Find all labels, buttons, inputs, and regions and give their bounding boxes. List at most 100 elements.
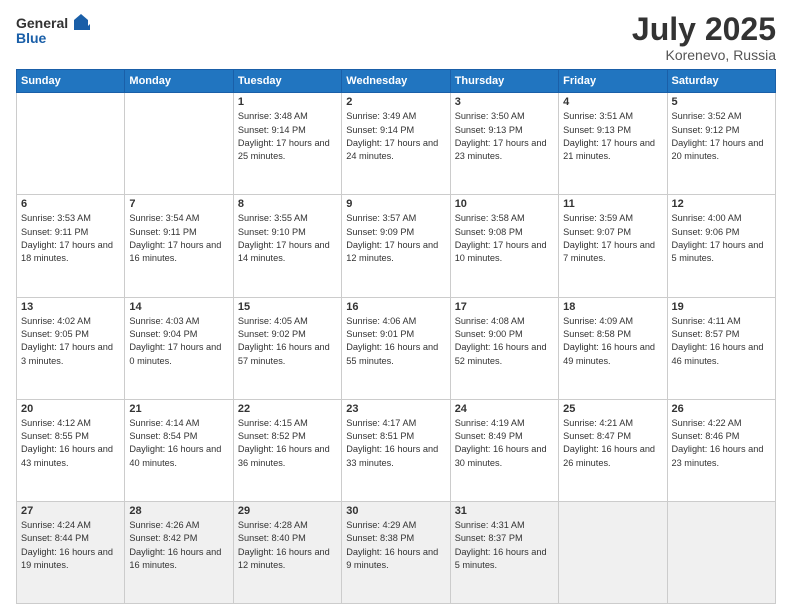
day-number: 28 [129,505,228,517]
day-number: 19 [672,301,771,313]
calendar-cell: 14 Sunrise: 4:03 AM Sunset: 9:04 PM Dayli… [125,297,233,399]
day-of-week-header: Saturday [667,70,775,93]
calendar-cell: 9 Sunrise: 3:57 AM Sunset: 9:09 PM Daylig… [342,195,450,297]
day-of-week-header: Friday [559,70,667,93]
day-number: 24 [455,403,554,415]
day-info: Sunrise: 4:05 AM Sunset: 9:02 PM Dayligh… [238,315,337,368]
day-number: 15 [238,301,337,313]
day-number: 8 [238,198,337,210]
day-info: Sunrise: 4:21 AM Sunset: 8:47 PM Dayligh… [563,417,662,470]
day-info: Sunrise: 3:59 AM Sunset: 9:07 PM Dayligh… [563,212,662,265]
day-number: 18 [563,301,662,313]
day-info: Sunrise: 4:29 AM Sunset: 8:38 PM Dayligh… [346,519,445,572]
day-info: Sunrise: 4:12 AM Sunset: 8:55 PM Dayligh… [21,417,120,470]
day-info: Sunrise: 3:49 AM Sunset: 9:14 PM Dayligh… [346,110,445,163]
calendar-cell: 10 Sunrise: 3:58 AM Sunset: 9:08 PM Dayli… [450,195,558,297]
calendar-week-row: 27 Sunrise: 4:24 AM Sunset: 8:44 PM Dayli… [17,501,776,603]
logo-general: General [16,15,68,31]
day-number: 6 [21,198,120,210]
calendar-cell: 24 Sunrise: 4:19 AM Sunset: 8:49 PM Dayli… [450,399,558,501]
day-info: Sunrise: 4:03 AM Sunset: 9:04 PM Dayligh… [129,315,228,368]
day-info: Sunrise: 4:06 AM Sunset: 9:01 PM Dayligh… [346,315,445,368]
day-info: Sunrise: 4:28 AM Sunset: 8:40 PM Dayligh… [238,519,337,572]
page: General Blue July 2025 Korenevo, Russia … [0,0,792,612]
calendar-cell: 17 Sunrise: 4:08 AM Sunset: 9:00 PM Dayli… [450,297,558,399]
main-title: July 2025 [632,12,776,47]
day-info: Sunrise: 3:50 AM Sunset: 9:13 PM Dayligh… [455,110,554,163]
calendar-cell: 20 Sunrise: 4:12 AM Sunset: 8:55 PM Dayli… [17,399,125,501]
calendar-week-row: 6 Sunrise: 3:53 AM Sunset: 9:11 PM Daylig… [17,195,776,297]
calendar-cell: 23 Sunrise: 4:17 AM Sunset: 8:51 PM Dayli… [342,399,450,501]
day-info: Sunrise: 4:22 AM Sunset: 8:46 PM Dayligh… [672,417,771,470]
calendar-cell: 29 Sunrise: 4:28 AM Sunset: 8:40 PM Dayli… [233,501,341,603]
day-info: Sunrise: 4:14 AM Sunset: 8:54 PM Dayligh… [129,417,228,470]
subtitle: Korenevo, Russia [632,47,776,63]
day-info: Sunrise: 3:55 AM Sunset: 9:10 PM Dayligh… [238,212,337,265]
day-info: Sunrise: 4:00 AM Sunset: 9:06 PM Dayligh… [672,212,771,265]
calendar-cell: 6 Sunrise: 3:53 AM Sunset: 9:11 PM Daylig… [17,195,125,297]
day-number: 13 [21,301,120,313]
day-number: 14 [129,301,228,313]
day-of-week-header: Wednesday [342,70,450,93]
day-info: Sunrise: 4:19 AM Sunset: 8:49 PM Dayligh… [455,417,554,470]
logo-icon [70,12,92,34]
calendar-cell: 27 Sunrise: 4:24 AM Sunset: 8:44 PM Dayli… [17,501,125,603]
calendar-cell: 11 Sunrise: 3:59 AM Sunset: 9:07 PM Dayli… [559,195,667,297]
calendar-cell: 21 Sunrise: 4:14 AM Sunset: 8:54 PM Dayli… [125,399,233,501]
calendar-cell: 1Sunrise: 3:48 AM Sunset: 9:14 PM Daylig… [233,93,341,195]
header: General Blue July 2025 Korenevo, Russia [16,12,776,63]
day-number: 23 [346,403,445,415]
day-info: Sunrise: 4:11 AM Sunset: 8:57 PM Dayligh… [672,315,771,368]
calendar-cell: 13 Sunrise: 4:02 AM Sunset: 9:05 PM Dayli… [17,297,125,399]
day-info: Sunrise: 4:17 AM Sunset: 8:51 PM Dayligh… [346,417,445,470]
day-number: 9 [346,198,445,210]
calendar-cell: 28Sunrise: 4:26 AM Sunset: 8:42 PM Dayli… [125,501,233,603]
calendar-cell: 31Sunrise: 4:31 AM Sunset: 8:37 PM Dayli… [450,501,558,603]
day-info: Sunrise: 3:53 AM Sunset: 9:11 PM Dayligh… [21,212,120,265]
calendar-cell: 19 Sunrise: 4:11 AM Sunset: 8:57 PM Dayli… [667,297,775,399]
calendar-cell: 4Sunrise: 3:51 AM Sunset: 9:13 PM Daylig… [559,93,667,195]
day-number: 22 [238,403,337,415]
day-number: 11 [563,198,662,210]
day-info: Sunrise: 4:08 AM Sunset: 9:00 PM Dayligh… [455,315,554,368]
calendar-cell: 5 Sunrise: 3:52 AM Sunset: 9:12 PM Daylig… [667,93,775,195]
day-number: 2 [346,96,445,108]
title-area: July 2025 Korenevo, Russia [632,12,776,63]
day-number: 5 [672,96,771,108]
day-number: 10 [455,198,554,210]
day-number: 12 [672,198,771,210]
calendar-cell: 30 Sunrise: 4:29 AM Sunset: 8:38 PM Dayli… [342,501,450,603]
calendar-cell: 8 Sunrise: 3:55 AM Sunset: 9:10 PM Daylig… [233,195,341,297]
day-number: 1 [238,96,337,108]
day-number: 31 [455,505,554,517]
calendar-cell: 15 Sunrise: 4:05 AM Sunset: 9:02 PM Dayli… [233,297,341,399]
day-number: 27 [21,505,120,517]
logo: General Blue [16,12,92,46]
day-info: Sunrise: 4:09 AM Sunset: 8:58 PM Dayligh… [563,315,662,368]
calendar-cell [667,501,775,603]
day-number: 20 [21,403,120,415]
calendar-cell: 25Sunrise: 4:21 AM Sunset: 8:47 PM Dayli… [559,399,667,501]
day-info: Sunrise: 3:57 AM Sunset: 9:09 PM Dayligh… [346,212,445,265]
calendar-cell: 7Sunrise: 3:54 AM Sunset: 9:11 PM Daylig… [125,195,233,297]
calendar-cell: 22 Sunrise: 4:15 AM Sunset: 8:52 PM Dayli… [233,399,341,501]
day-info: Sunrise: 3:58 AM Sunset: 9:08 PM Dayligh… [455,212,554,265]
calendar-table: SundayMondayTuesdayWednesdayThursdayFrid… [16,69,776,604]
day-of-week-header: Thursday [450,70,558,93]
day-number: 21 [129,403,228,415]
day-number: 17 [455,301,554,313]
day-info: Sunrise: 4:15 AM Sunset: 8:52 PM Dayligh… [238,417,337,470]
calendar-week-row: 20 Sunrise: 4:12 AM Sunset: 8:55 PM Dayli… [17,399,776,501]
calendar-header-row: SundayMondayTuesdayWednesdayThursdayFrid… [17,70,776,93]
day-number: 30 [346,505,445,517]
calendar-week-row: 1Sunrise: 3:48 AM Sunset: 9:14 PM Daylig… [17,93,776,195]
day-info: Sunrise: 4:02 AM Sunset: 9:05 PM Dayligh… [21,315,120,368]
day-info: Sunrise: 4:24 AM Sunset: 8:44 PM Dayligh… [21,519,120,572]
day-number: 16 [346,301,445,313]
day-number: 29 [238,505,337,517]
calendar-cell: 18 Sunrise: 4:09 AM Sunset: 8:58 PM Dayli… [559,297,667,399]
calendar-week-row: 13 Sunrise: 4:02 AM Sunset: 9:05 PM Dayli… [17,297,776,399]
day-info: Sunrise: 3:54 AM Sunset: 9:11 PM Dayligh… [129,212,228,265]
day-info: Sunrise: 3:52 AM Sunset: 9:12 PM Dayligh… [672,110,771,163]
logo-blue: Blue [16,30,46,46]
